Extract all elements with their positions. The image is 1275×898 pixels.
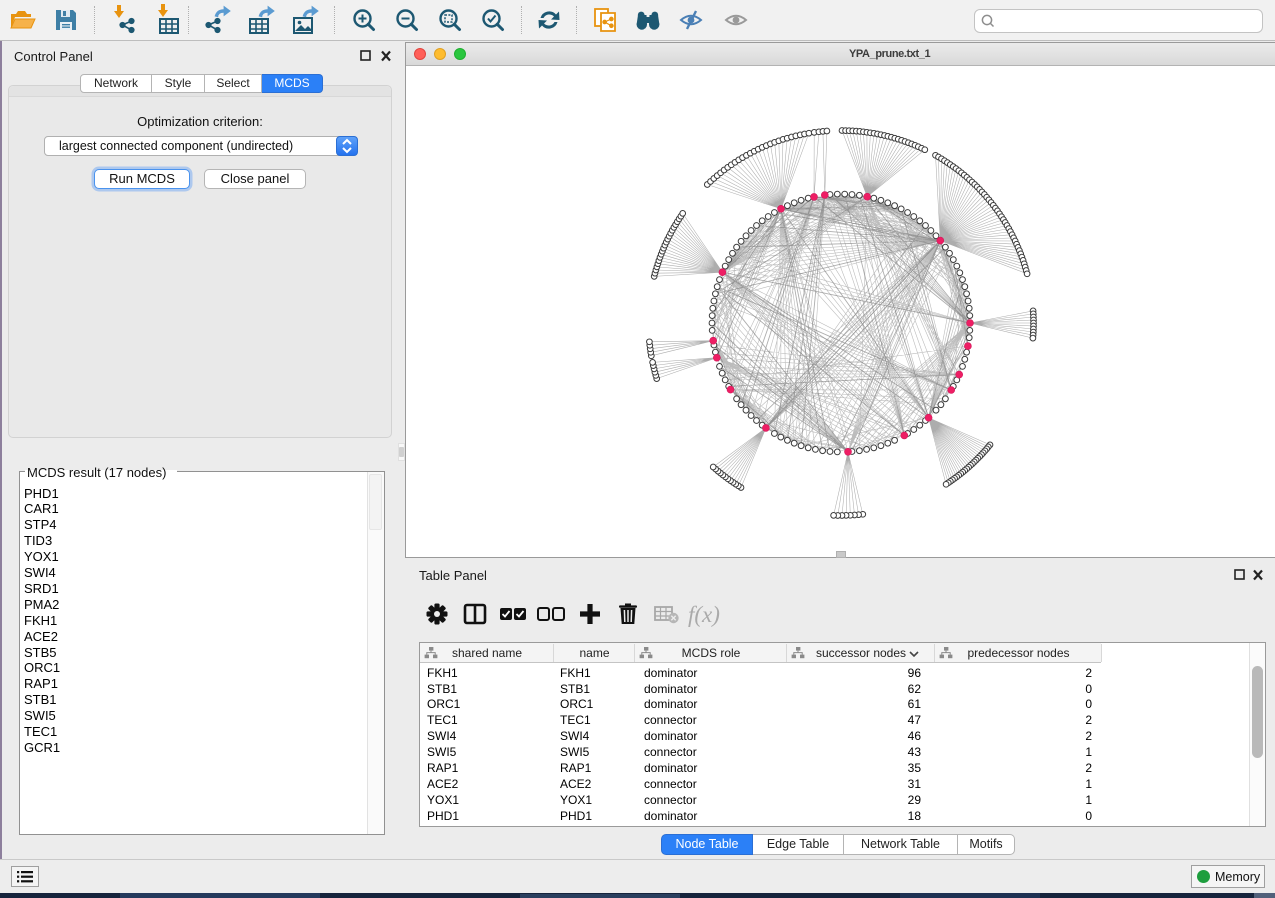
svg-text:f(x): f(x) [688, 602, 720, 627]
